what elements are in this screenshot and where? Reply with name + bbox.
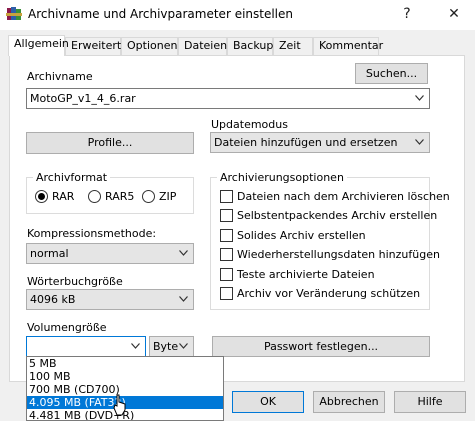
volume-size-combo[interactable] xyxy=(26,336,146,357)
chevron-down-icon xyxy=(179,250,188,256)
chevron-down-icon xyxy=(415,95,424,101)
archive-name-label: Archivname xyxy=(27,70,93,83)
archiving-options-label: Archivierungsoptionen xyxy=(217,171,347,184)
checkbox-lock-label: Archiv vor Veränderung schützen xyxy=(237,287,421,300)
checkbox-sfx-label: Selbstentpackendes Archiv erstellen xyxy=(237,209,438,222)
tab-optionen[interactable]: Optionen xyxy=(121,37,178,55)
radio-rar-label: RAR xyxy=(52,190,75,203)
dictionary-combo[interactable]: 4096 kB xyxy=(26,289,194,310)
chevron-down-icon xyxy=(179,296,188,302)
dictionary-label: Wörterbuchgröße xyxy=(27,275,123,288)
checkbox-recovery[interactable] xyxy=(220,248,233,261)
volume-unit-value: Byte xyxy=(153,340,179,353)
radio-rar5-label: RAR5 xyxy=(105,190,135,203)
chevron-down-icon xyxy=(415,139,424,145)
window-title: Archivname und Archivparameter einstelle… xyxy=(28,7,294,21)
update-mode-value: Dateien hinzufügen und ersetzen xyxy=(214,136,398,149)
checkbox-solid-label: Solides Archiv erstellen xyxy=(237,229,366,242)
checkbox-test-label: Teste archivierte Dateien xyxy=(237,268,375,281)
mouse-pointer-icon xyxy=(113,394,126,416)
cancel-button[interactable]: Abbrechen xyxy=(313,391,385,413)
checkbox-lock[interactable] xyxy=(220,287,233,300)
dropdown-option[interactable]: 100 MB xyxy=(27,370,223,383)
winrar-books-icon xyxy=(6,7,22,20)
tab-dateien[interactable]: Dateien xyxy=(178,37,227,55)
update-mode-label: Updatemodus xyxy=(211,118,288,131)
checkbox-test[interactable] xyxy=(220,268,233,281)
compression-combo[interactable]: normal xyxy=(26,243,194,264)
checkbox-sfx[interactable] xyxy=(220,209,233,222)
checkbox-solid[interactable] xyxy=(220,229,233,242)
archive-name-value: MotoGP_v1_4_6.rar xyxy=(30,92,136,105)
volume-unit-combo[interactable]: Byte xyxy=(149,336,194,357)
compression-label: Kompressionsmethode: xyxy=(27,227,157,240)
checkbox-delete-after-label: Dateien nach dem Archivieren löschen xyxy=(237,190,450,203)
radio-zip-label: ZIP xyxy=(159,190,177,203)
close-button[interactable]: ✕ xyxy=(436,0,472,30)
chevron-down-icon xyxy=(131,343,140,349)
dropdown-option[interactable]: 5 MB xyxy=(27,357,223,370)
tab-kommentar[interactable]: Kommentar xyxy=(313,37,383,55)
tab-erweitert[interactable]: Erweitert xyxy=(65,37,121,55)
profile-button[interactable]: Profile... xyxy=(26,132,194,154)
compression-value: normal xyxy=(30,247,69,260)
set-password-button[interactable]: Passwort festlegen... xyxy=(212,336,430,357)
checkbox-delete-after[interactable] xyxy=(220,190,233,203)
tab-backup[interactable]: Backup xyxy=(227,37,273,55)
tab-zeit[interactable]: Zeit xyxy=(273,37,313,55)
update-mode-combo[interactable]: Dateien hinzufügen und ersetzen xyxy=(210,132,430,153)
radio-rar[interactable] xyxy=(35,190,48,203)
help-title-button[interactable]: ? xyxy=(389,0,425,30)
archive-format-label: Archivformat xyxy=(33,171,111,184)
archive-name-combo[interactable]: MotoGP_v1_4_6.rar xyxy=(26,88,430,109)
dictionary-value: 4096 kB xyxy=(30,293,76,306)
radio-zip[interactable] xyxy=(142,190,155,203)
volume-size-label: Volumengröße xyxy=(27,321,107,334)
help-button[interactable]: Hilfe xyxy=(394,391,466,413)
ok-button[interactable]: OK xyxy=(232,391,304,413)
search-button[interactable]: Suchen... xyxy=(355,63,428,84)
checkbox-recovery-label: Wiederherstellungsdaten hinzufügen xyxy=(237,248,440,261)
chevron-down-icon xyxy=(179,343,188,349)
title-bar: Archivname und Archivparameter einstelle… xyxy=(0,0,475,30)
radio-rar5[interactable] xyxy=(88,190,101,203)
tab-allgemein[interactable]: Allgemein xyxy=(8,35,69,56)
